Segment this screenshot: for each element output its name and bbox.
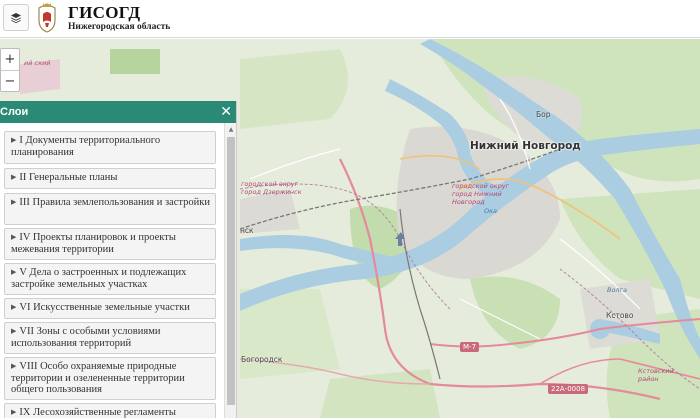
label-kstovo-district: Кстовский район — [638, 367, 674, 383]
layer-group-item[interactable]: ▶ IV Проекты планировок и проекты межеван… — [4, 228, 216, 260]
caret-right-icon: ▶ — [11, 303, 17, 311]
layer-group-item[interactable]: ▶ VII Зоны с особыми условиями использова… — [4, 322, 216, 354]
layers-scrollbar[interactable]: ▲ — [224, 123, 236, 418]
zoom-out-button[interactable]: − — [1, 70, 19, 91]
road-shield-22a: 22А-0008 — [548, 384, 589, 394]
layer-group-label: V Дела о застроенных и подлежащих застро… — [11, 267, 187, 290]
layer-group-item[interactable]: ▶IX Лесохозяйственные регламенты лесниче… — [4, 403, 216, 418]
label-nn-district: городской округ город Нижний Новгород — [452, 182, 510, 206]
layer-group-label: I Документы территориального планировани… — [11, 135, 161, 158]
layer-group-item[interactable]: ▶ II Генеральные планы — [4, 168, 216, 189]
scroll-up-icon[interactable]: ▲ — [225, 123, 236, 135]
layer-group-label: IX Лесохозяйственные регламенты лесничес… — [19, 407, 176, 418]
caret-right-icon: ▶ — [11, 362, 17, 370]
layers-toggle-button[interactable] — [3, 4, 29, 31]
coat-of-arms-icon — [38, 3, 56, 33]
app: ГИСОГД Нижегородская область Нижний Новг… — [0, 0, 700, 418]
close-icon[interactable]: ✕ — [220, 105, 232, 119]
layer-group-item[interactable]: ▶ VI Искусственные земельные участки — [4, 298, 216, 319]
label-volga: Волга — [607, 286, 627, 294]
label-nsk: нск — [240, 226, 254, 235]
caret-right-icon: ▶ — [11, 173, 17, 181]
caret-right-icon: ▶ — [11, 268, 17, 276]
label-kstovo: Кстово — [606, 311, 634, 320]
layer-group-label: IV Проекты планировок и проекты межевани… — [11, 232, 176, 255]
scrollbar-thumb[interactable] — [227, 137, 235, 405]
layer-group-item[interactable]: ▶ III Правила землепользования и застройк… — [4, 193, 216, 225]
layers-panel: Слои ✕ ▶ I Документы территориального пла… — [0, 101, 237, 418]
label-top-left-district: ий ский — [24, 59, 51, 67]
zoom-in-button[interactable]: + — [1, 49, 19, 70]
caret-right-icon: ▶ — [11, 327, 17, 335]
layer-group-item[interactable]: ▶ V Дела о застроенных и подлежащих застр… — [4, 263, 216, 295]
layer-group-item[interactable]: ▶ VIII Особо охраняемые природные террито… — [4, 357, 216, 400]
app-header: ГИСОГД Нижегородская область — [0, 0, 700, 38]
layer-group-item[interactable]: ▶ I Документы территориального планирован… — [4, 131, 216, 164]
layer-group-label: III Правила землепользования и застройки — [19, 197, 210, 208]
layers-panel-header: Слои ✕ — [0, 101, 236, 123]
app-title: ГИСОГД — [68, 3, 141, 22]
caret-right-icon: ▶ — [11, 408, 17, 416]
layer-group-label: VIII Особо охраняемые природные территор… — [11, 361, 185, 395]
caret-right-icon: ▶ — [11, 198, 17, 206]
layers-icon — [11, 12, 21, 23]
layers-list: ▶ I Документы территориального планирован… — [0, 123, 236, 418]
road-shield-m7: М-7 — [460, 342, 480, 352]
layers-panel-title: Слои — [0, 106, 29, 118]
label-dzerzhinsk-district: городской округ город Дзержинск — [241, 180, 302, 196]
app-subtitle: Нижегородская область — [68, 22, 171, 32]
caret-right-icon: ▶ — [11, 233, 17, 241]
layer-group-label: VII Зоны с особыми условиями использован… — [11, 326, 161, 349]
label-nizhny-novgorod: Нижний Новгород — [470, 140, 581, 152]
label-bor: Бор — [536, 110, 551, 119]
label-oka: Ока — [484, 207, 498, 215]
layer-group-label: II Генеральные планы — [19, 172, 118, 183]
layer-group-label: VI Искусственные земельные участки — [19, 302, 190, 313]
label-bogorodsk: Богородск — [241, 355, 283, 364]
zoom-control: + − — [0, 48, 20, 92]
caret-right-icon: ▶ — [11, 136, 17, 144]
